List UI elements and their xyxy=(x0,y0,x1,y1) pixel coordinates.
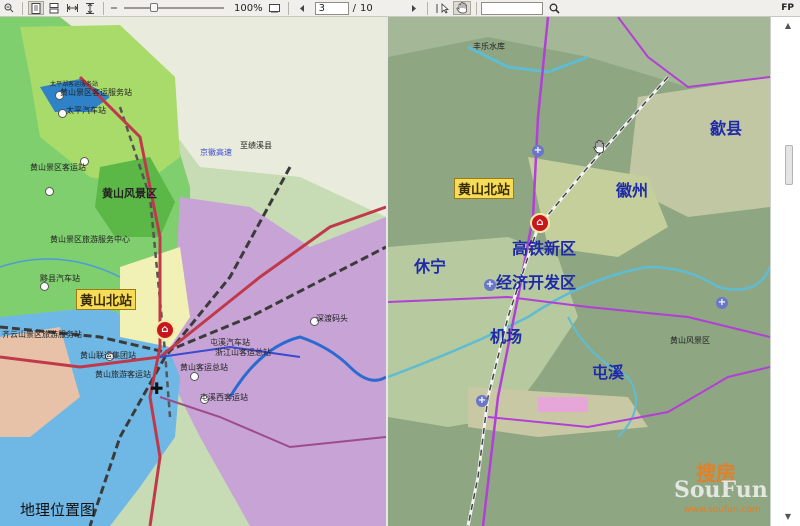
map-label: 黄山景区客运站 xyxy=(30,163,86,172)
interchange-icon: + xyxy=(716,297,728,309)
station-callout: 黄山北站 xyxy=(454,178,515,199)
page-separator: / xyxy=(352,2,356,14)
map-label: 黄山景区旅游服务中心 xyxy=(50,235,130,244)
fit-page-icon[interactable] xyxy=(267,1,283,15)
interchange-icon: + xyxy=(532,145,544,157)
place-label: 徽州 xyxy=(616,181,649,200)
fit-width-icon[interactable] xyxy=(64,1,80,15)
page-total: 10 xyxy=(359,2,373,14)
zoom-slider-thumb[interactable] xyxy=(149,3,158,12)
map-label: 深渡码头 xyxy=(316,314,348,323)
watermark-brand-en: SouFun xyxy=(674,477,768,503)
map-label: 京徽高速 xyxy=(200,148,232,157)
map-label: 黄山风景区 xyxy=(102,187,157,200)
page-number-input[interactable]: 3 xyxy=(314,1,349,15)
location-map[interactable]: ⌂ ✚ 太平湖客运服务站 太平汽车站 黄山景区客运服务站 黄山景区客运站 黄山风… xyxy=(0,17,386,526)
place-label: 歙县 xyxy=(710,119,743,138)
place-label: 机场 xyxy=(490,327,523,346)
place-label: 经济开发区 xyxy=(496,273,577,292)
hand-cursor-icon xyxy=(592,139,606,158)
toolbar-separator xyxy=(22,1,23,15)
select-text-icon[interactable] xyxy=(433,1,451,15)
map-label: 黟县汽车站 xyxy=(40,274,80,283)
scroll-thumb[interactable] xyxy=(785,145,793,185)
map-label: 黄山景区客运服务站 xyxy=(60,88,132,97)
interchange-icon: + xyxy=(484,279,496,291)
scroll-down-icon[interactable]: ▼ xyxy=(783,512,793,522)
zoom-slider-track xyxy=(124,7,224,9)
toolbar-separator xyxy=(426,1,428,15)
map-label: 黄山联运集团站 xyxy=(80,351,136,360)
zoom-level: 100% xyxy=(234,2,263,14)
airport-icon: ✚ xyxy=(150,379,164,398)
continuous-page-icon[interactable] xyxy=(46,1,62,15)
map-label: 黄山风景区 xyxy=(670,336,710,345)
map-label: 至绩溪县 xyxy=(240,141,272,150)
fp-label: FP xyxy=(781,3,794,13)
place-label: 休宁 xyxy=(414,257,447,276)
zoom-minus-icon[interactable] xyxy=(109,1,119,15)
hand-tool-icon[interactable] xyxy=(452,1,471,15)
map-title: 地理位置图 xyxy=(20,501,96,519)
map-label: 黄山客运总站 xyxy=(180,363,228,372)
map-label: 屯溪汽车站 xyxy=(210,338,250,347)
map-label: 黄山旅游客运站 xyxy=(95,370,151,379)
search-input[interactable] xyxy=(480,1,543,15)
vertical-scrollbar[interactable]: ▲ ▼ xyxy=(770,17,800,526)
watermark-url: www.soufun.com xyxy=(684,505,761,515)
map-label: 丰乐水库 xyxy=(473,42,505,51)
scroll-up-icon[interactable]: ▲ xyxy=(783,21,793,31)
next-page-icon[interactable] xyxy=(406,1,422,15)
watermark-logo: 搜房 SouFun www.soufun.com xyxy=(674,457,768,523)
toolbar-separator xyxy=(475,1,477,15)
railway-station-icon: ⌂ xyxy=(155,320,175,340)
interchange-icon: + xyxy=(476,395,488,407)
map-label: 屯溪西客运站 xyxy=(200,393,248,402)
map-label: 齐云山景区旅游服务站 xyxy=(2,330,82,339)
pink-zone xyxy=(538,397,588,412)
previous-page-icon[interactable] xyxy=(294,1,310,15)
fit-height-icon[interactable] xyxy=(82,1,98,15)
bus-station-icon xyxy=(45,187,54,196)
map-label: 浙江山客运总站 xyxy=(215,348,271,357)
pdf-toolbar: 100% 3 / 10 FP xyxy=(0,0,800,17)
zoom-out-icon[interactable] xyxy=(1,1,17,15)
railway-station-icon: ⌂ xyxy=(530,213,550,233)
bus-station-icon xyxy=(190,372,199,381)
planning-map[interactable]: 丰乐水库 黄山风景区 歙县 徽州 高铁新区 休宁 经济开发区 机场 屯溪 黄山北… xyxy=(388,17,770,526)
search-icon[interactable] xyxy=(547,1,563,15)
map-label: 太平汽车站 xyxy=(66,106,106,115)
station-callout: 黄山北站 xyxy=(76,289,137,310)
zoom-slider[interactable] xyxy=(124,1,224,15)
toolbar-separator xyxy=(287,1,289,15)
toolbar-separator xyxy=(103,1,104,15)
single-page-icon[interactable] xyxy=(28,1,44,15)
place-label: 屯溪 xyxy=(592,363,625,382)
place-label: 高铁新区 xyxy=(512,239,577,258)
